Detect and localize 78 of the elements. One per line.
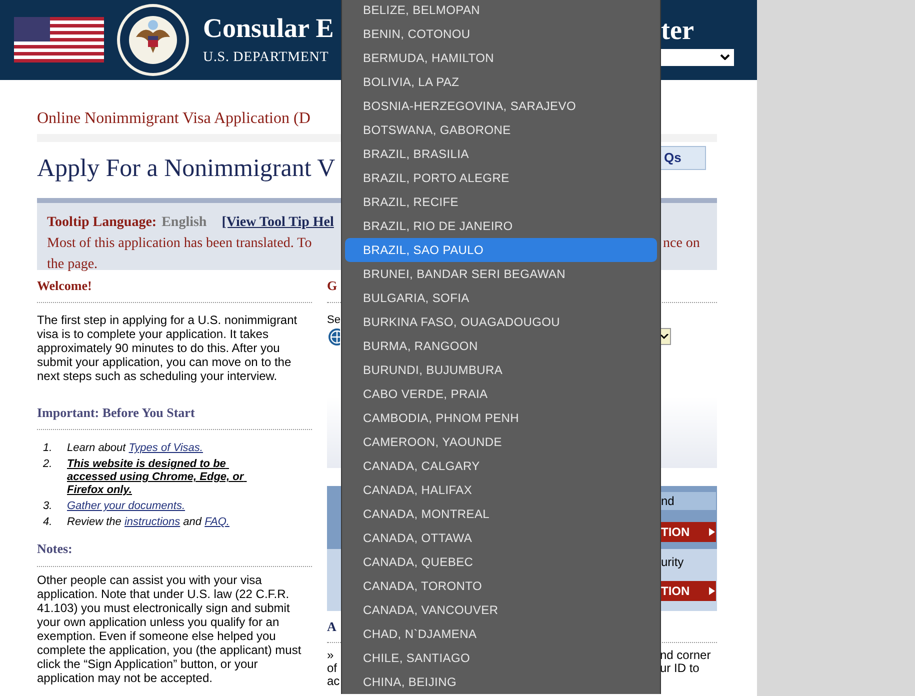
site-title-end: ter <box>661 14 695 44</box>
menu-option[interactable]: CHINA, BEIJING <box>345 670 657 694</box>
list-link[interactable]: Gather your documents. <box>67 500 186 512</box>
panel-text: urity <box>660 554 685 571</box>
breadcrumb-title: Online Nonimmigrant Visa Application (D <box>37 109 310 129</box>
chevron-down-icon <box>661 334 669 340</box>
menu-option[interactable]: CANADA, TORONTO <box>345 574 657 598</box>
menu-option[interactable]: BURMA, RANGOON <box>345 334 657 358</box>
faq-button[interactable]: Qs <box>660 146 706 170</box>
list-number: 1. <box>42 442 54 455</box>
menu-option[interactable]: BURKINA FASO, OUAGADOUGOU <box>345 310 657 334</box>
menu-option[interactable]: CAMEROON, YAOUNDE <box>345 430 657 454</box>
section-heading: Important: Before You Start <box>37 404 196 422</box>
body-text: » <box>327 648 334 662</box>
menu-option[interactable]: BRAZIL, SAO PAULO <box>345 238 657 262</box>
play-icon <box>709 587 715 595</box>
section-heading: Welcome! <box>37 277 93 295</box>
section-heading: G <box>327 277 338 295</box>
language-select[interactable] <box>661 48 734 66</box>
panel-text: nd <box>660 492 716 510</box>
tooltip-language-label: Tooltip Language: <box>47 215 157 230</box>
menu-option[interactable]: BOSNIA-HERZEGOVINA, SARAJEVO <box>345 94 657 118</box>
translation-notice-end-line: the page. <box>47 256 98 274</box>
seal-icon <box>116 3 190 77</box>
list-text: Learn about <box>67 442 127 454</box>
menu-option[interactable]: CANADA, OTTAWA <box>345 526 657 550</box>
menu-option[interactable]: CABO VERDE, PRAIA <box>345 382 657 406</box>
menu-option[interactable]: BOTSWANA, GABORONE <box>345 118 657 142</box>
menu-option[interactable]: CANADA, CALGARY <box>345 454 657 478</box>
list-text: This website is designed to be accessed using Chrome, Edge, or Firefox only. <box>67 458 246 496</box>
site-title: Consular E <box>203 12 335 42</box>
menu-option[interactable]: BELIZE, BELMOPAN <box>345 0 657 22</box>
site-subtitle: U.S. DEPARTMENT <box>203 48 330 66</box>
flag-icon <box>14 17 104 63</box>
menu-option[interactable]: BENIN, COTONOU <box>345 22 657 46</box>
menu-option[interactable]: BRAZIL, RECIFE <box>345 190 657 214</box>
body-text: ur ID to <box>660 662 700 674</box>
menu-option[interactable]: CHAD, N`DJAMENA <box>345 622 657 646</box>
menu-option[interactable]: BRAZIL, RIO DE JANEIRO <box>345 214 657 238</box>
list-link[interactable]: instructions <box>124 516 180 528</box>
menu-option[interactable]: BRAZIL, PORTO ALEGRE <box>345 166 657 190</box>
menu-option[interactable]: CANADA, VANCOUVER <box>345 598 657 622</box>
page-heading: Apply For a Nonimmigrant V <box>37 154 336 184</box>
notes-text: Other people can assist you with your visa application. Note that under U.S. law (22 C.F.R. 41.103) you must electronically sign and submit your own application unless you qualify for an exemption. Even if someone else helped you complete the application, you (the applicant) must click the “Sign Application” button, or your application may not be accepted. <box>37 572 302 684</box>
menu-option[interactable]: BOLIVIA, LA PAZ <box>345 70 657 94</box>
field-label: Se <box>327 312 340 328</box>
tooltip-language-value: English <box>162 214 207 232</box>
list-link[interactable]: FAQ. <box>204 516 230 528</box>
select-field[interactable] <box>660 328 671 345</box>
menu-option[interactable]: BRAZIL, BRASILIA <box>345 142 657 166</box>
start-application-button[interactable]: TION <box>660 522 716 542</box>
translation-notice: Most of this application has been translated. To <box>47 235 312 253</box>
section-heading: Notes: <box>37 540 74 558</box>
menu-option[interactable]: CANADA, HALIFAX <box>345 478 657 502</box>
body-text: nd corner <box>660 648 711 662</box>
chevron-down-icon <box>720 54 730 60</box>
menu-option[interactable]: CANADA, MONTREAL <box>345 502 657 526</box>
section-heading: A <box>327 618 336 636</box>
body-text: ac <box>327 674 340 688</box>
welcome-text: The first step in applying for a U.S. nonimmigrant visa is to complete your application. It takes approximately 90 minutes to do this. After you submit your application, you can move on to the next steps such as scheduling your interview. <box>37 312 298 382</box>
list-number: 2. <box>42 458 54 472</box>
translation-notice-end: nce on <box>663 235 700 253</box>
menu-option[interactable]: BULGARIA, SOFIA <box>345 286 657 310</box>
list-link[interactable]: Types of Visas. <box>128 442 203 454</box>
list-text: Review the <box>67 516 122 528</box>
list-number: 4. <box>42 516 54 529</box>
list-text: and <box>182 516 203 528</box>
list-number: 3. <box>42 500 54 513</box>
body-text: of <box>327 662 338 674</box>
tooltip-help-link[interactable]: [View Tool Tip Hel <box>222 212 334 233</box>
menu-option[interactable]: CAMBODIA, PHNOM PENH <box>345 406 657 430</box>
play-icon <box>709 528 715 536</box>
menu-option[interactable]: CHILE, SANTIAGO <box>345 646 657 670</box>
menu-option[interactable]: CANADA, QUEBEC <box>345 550 657 574</box>
retrieve-application-button[interactable]: TION <box>660 581 716 601</box>
menu-option[interactable]: BURUNDI, BUJUMBURA <box>345 358 657 382</box>
menu-option[interactable]: BERMUDA, HAMILTON <box>345 46 657 70</box>
menu-option[interactable]: BRUNEI, BANDAR SERI BEGAWAN <box>345 262 657 286</box>
